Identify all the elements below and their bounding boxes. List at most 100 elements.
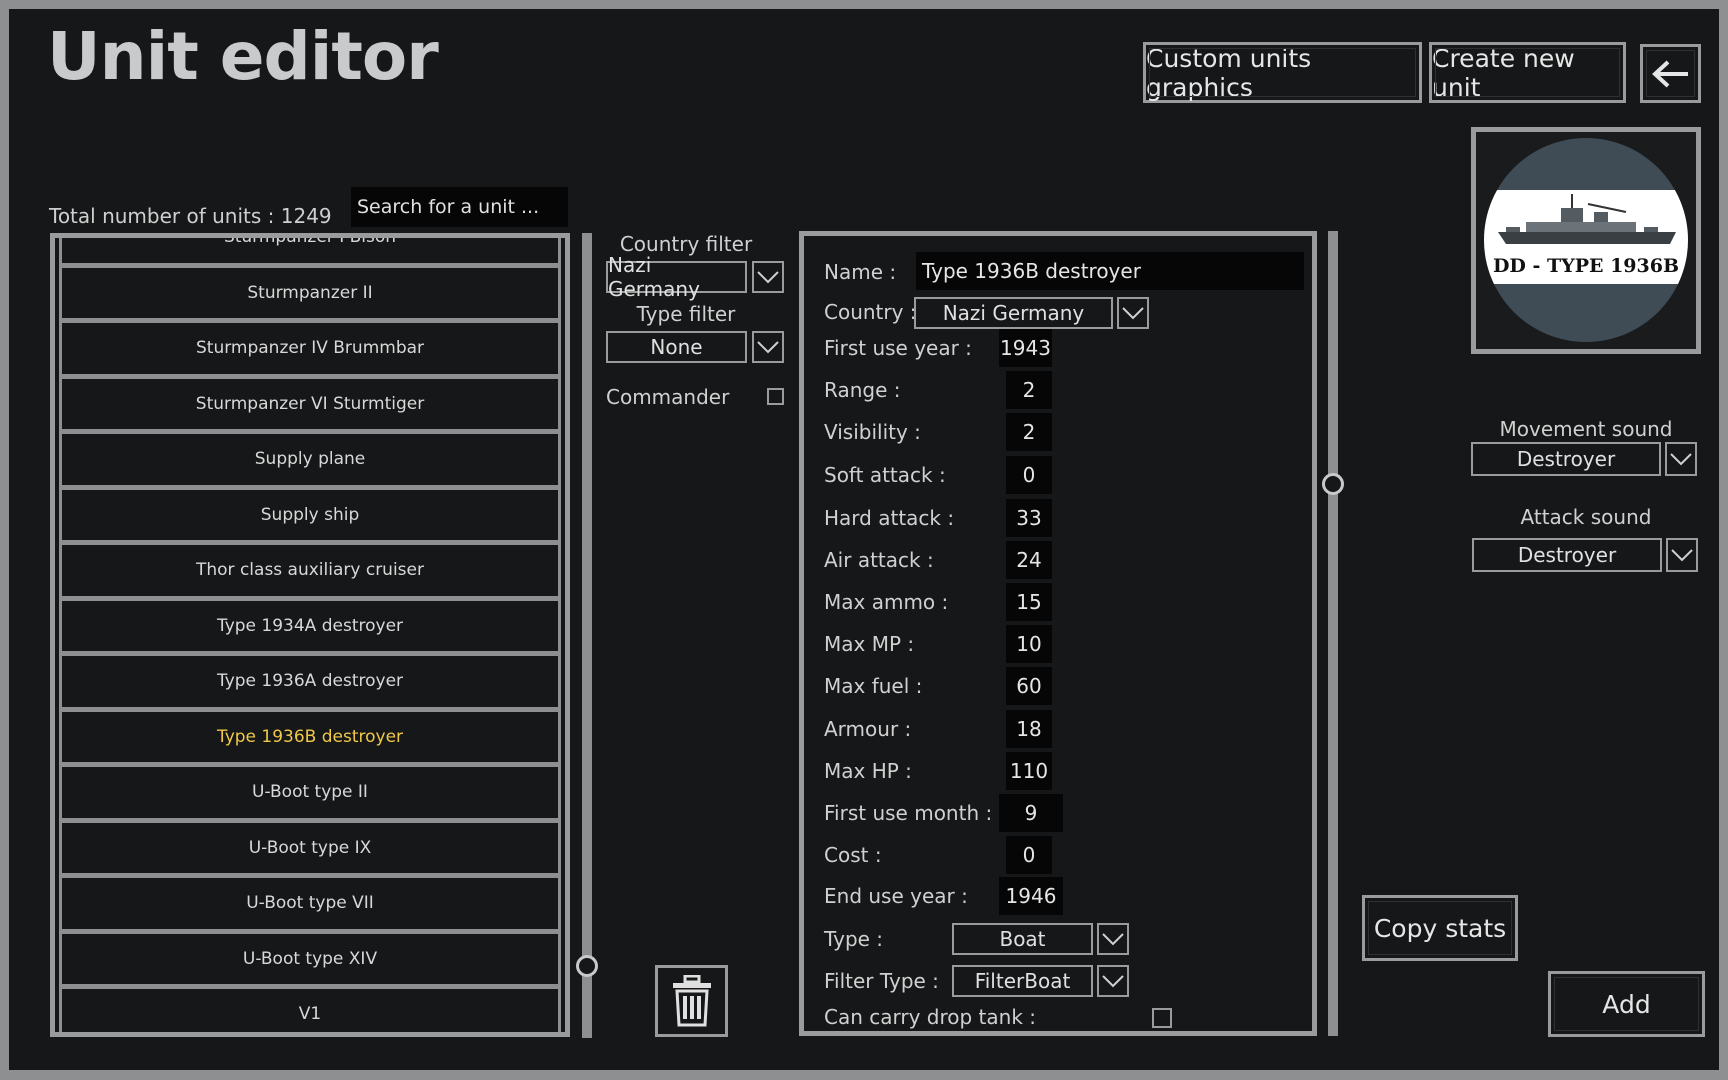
cost-field[interactable]: 0 bbox=[1006, 836, 1052, 874]
unit-list-item[interactable]: Type 1934A destroyer bbox=[59, 600, 561, 656]
unit-list-item[interactable]: Sturmpanzer I Bison bbox=[59, 233, 561, 268]
hard-attack-label: Hard attack : bbox=[824, 506, 955, 530]
unit-list-items: Sturmpanzer I Bison Sturmpanzer II Sturmpa… bbox=[59, 233, 561, 1032]
name-label: Name : bbox=[824, 260, 897, 284]
max-hp-field[interactable]: 110 bbox=[1006, 752, 1052, 790]
unit-list-item[interactable]: Sturmpanzer VI Sturmtiger bbox=[59, 378, 561, 434]
stats-scrollbar[interactable] bbox=[1328, 231, 1338, 1036]
stats-scroll-knob[interactable] bbox=[1322, 473, 1344, 495]
type-dropdown[interactable] bbox=[1097, 923, 1129, 955]
unit-list-scroll-knob[interactable] bbox=[576, 955, 598, 977]
unit-list-item-label: Supply ship bbox=[260, 504, 360, 525]
type-filter-dropdown[interactable] bbox=[752, 331, 784, 363]
air-attack-label: Air attack : bbox=[824, 548, 934, 572]
unit-list-item[interactable]: Sturmpanzer II bbox=[59, 267, 561, 323]
armour-label: Armour : bbox=[824, 717, 912, 741]
country-select[interactable]: Nazi Germany bbox=[914, 297, 1113, 329]
unit-list-item-label: Sturmpanzer I Bison bbox=[223, 233, 397, 248]
type-select[interactable]: Boat bbox=[952, 923, 1093, 955]
first-use-year-field[interactable]: 1943 bbox=[999, 329, 1052, 367]
filter-type-select[interactable]: FilterBoat bbox=[952, 965, 1093, 997]
unit-list-item[interactable]: V1 bbox=[59, 989, 561, 1032]
chevron-down-icon bbox=[757, 341, 779, 354]
unit-list-item[interactable]: U-Boot type IX bbox=[59, 822, 561, 878]
drop-tank-checkbox[interactable] bbox=[1152, 1008, 1172, 1028]
drop-tank-label: Can carry drop tank : bbox=[824, 1005, 1037, 1029]
end-use-year-field[interactable]: 1946 bbox=[999, 877, 1063, 915]
create-new-unit-button[interactable]: Create new unit bbox=[1429, 42, 1626, 103]
unit-list-item-label: Supply plane bbox=[254, 449, 366, 470]
country-value: Nazi Germany bbox=[942, 301, 1085, 325]
country-filter-select[interactable]: Nazi Germany bbox=[606, 253, 747, 301]
filter-type-dropdown[interactable] bbox=[1097, 965, 1129, 997]
filter-type-label: Filter Type : bbox=[824, 969, 939, 993]
unit-list-item[interactable]: U-Boot type XIV bbox=[59, 933, 561, 989]
back-button[interactable] bbox=[1640, 44, 1701, 103]
max-ammo-label: Max ammo : bbox=[824, 590, 949, 614]
hard-attack-field[interactable]: 33 bbox=[1006, 499, 1052, 537]
country-filter-dropdown[interactable] bbox=[752, 261, 784, 293]
unit-list-item[interactable]: Sturmpanzer IV Brummbar bbox=[59, 323, 561, 379]
unit-list-item-label: Type 1934A destroyer bbox=[216, 615, 404, 636]
type-filter-select[interactable]: None bbox=[606, 331, 747, 363]
unit-list-item-label: Thor class auxiliary cruiser bbox=[196, 560, 424, 581]
unit-list-item-label: U-Boot type II bbox=[252, 782, 368, 803]
max-fuel-label: Max fuel : bbox=[824, 674, 923, 698]
country-label: Country : bbox=[824, 300, 917, 324]
commander-checkbox[interactable] bbox=[767, 388, 784, 405]
copy-stats-button[interactable]: Copy stats bbox=[1362, 895, 1518, 961]
unit-list-item[interactable]: Type 1936B destroyer bbox=[59, 711, 561, 767]
unit-list-item-label: U-Boot type XIV bbox=[242, 948, 378, 969]
unit-list-item[interactable]: Thor class auxiliary cruiser bbox=[59, 545, 561, 601]
unit-list-item[interactable]: U-Boot type II bbox=[59, 767, 561, 823]
unit-list[interactable]: Sturmpanzer I Bison Sturmpanzer II Sturmpa… bbox=[50, 233, 570, 1037]
unit-portrait[interactable]: DD - TYPE 1936B bbox=[1471, 127, 1701, 354]
country-dropdown[interactable] bbox=[1117, 297, 1149, 329]
attack-sound-label: Attack sound bbox=[1520, 505, 1652, 529]
custom-units-graphics-button[interactable]: Custom units graphics bbox=[1143, 42, 1422, 103]
country-filter-value: Nazi Germany bbox=[608, 253, 700, 301]
visibility-field[interactable]: 2 bbox=[1006, 413, 1052, 451]
attack-sound-select[interactable]: Destroyer bbox=[1472, 538, 1662, 572]
first-use-year-label: First use year : bbox=[824, 336, 972, 360]
add-button[interactable]: Add bbox=[1548, 971, 1705, 1037]
movement-sound-value: Destroyer bbox=[1516, 447, 1616, 471]
attack-sound-dropdown[interactable] bbox=[1666, 538, 1698, 572]
unit-name-field[interactable]: Type 1936B destroyer bbox=[916, 252, 1304, 290]
range-field[interactable]: 2 bbox=[1006, 371, 1052, 409]
filter-type-value: FilterBoat bbox=[974, 969, 1071, 993]
air-attack-field[interactable]: 24 bbox=[1006, 541, 1052, 579]
delete-unit-button[interactable] bbox=[655, 965, 728, 1037]
unit-list-item-label: Type 1936A destroyer bbox=[216, 671, 404, 692]
chevron-down-icon bbox=[1102, 933, 1124, 946]
unit-list-item[interactable]: Supply plane bbox=[59, 434, 561, 490]
movement-sound-select[interactable]: Destroyer bbox=[1471, 442, 1661, 476]
unit-list-item-label: Type 1936B destroyer bbox=[216, 726, 404, 747]
unit-list-item-label: U-Boot type IX bbox=[248, 837, 372, 858]
end-use-year-label: End use year : bbox=[824, 884, 968, 908]
max-ammo-field[interactable]: 15 bbox=[1006, 583, 1052, 621]
movement-sound-label: Movement sound bbox=[1499, 417, 1673, 441]
chevron-down-icon bbox=[1671, 549, 1693, 562]
cost-label: Cost : bbox=[824, 843, 882, 867]
max-mp-field[interactable]: 10 bbox=[1006, 625, 1052, 663]
unit-list-item[interactable]: Type 1936A destroyer bbox=[59, 656, 561, 712]
unit-search-input[interactable] bbox=[351, 187, 568, 227]
portrait-caption: DD - TYPE 1936B bbox=[1493, 255, 1679, 277]
armour-field[interactable]: 18 bbox=[1006, 710, 1052, 748]
unit-list-item-label: Sturmpanzer IV Brummbar bbox=[195, 338, 425, 359]
type-filter-value: None bbox=[650, 335, 703, 359]
unit-list-scrollbar[interactable] bbox=[582, 233, 592, 1038]
unit-list-item[interactable]: U-Boot type VII bbox=[59, 878, 561, 934]
unit-list-item-label: Sturmpanzer II bbox=[247, 282, 373, 303]
max-fuel-field[interactable]: 60 bbox=[1006, 667, 1052, 705]
add-label: Add bbox=[1602, 989, 1651, 1019]
soft-attack-field[interactable]: 0 bbox=[1006, 456, 1052, 494]
max-hp-label: Max HP : bbox=[824, 759, 912, 783]
destroyer-ship-icon: DD - TYPE 1936B bbox=[1484, 138, 1688, 342]
movement-sound-dropdown[interactable] bbox=[1665, 442, 1697, 476]
type-filter-label: Type filter bbox=[636, 302, 736, 326]
first-use-month-field[interactable]: 9 bbox=[999, 794, 1063, 832]
unit-list-item[interactable]: Supply ship bbox=[59, 489, 561, 545]
chevron-down-icon bbox=[757, 271, 779, 284]
